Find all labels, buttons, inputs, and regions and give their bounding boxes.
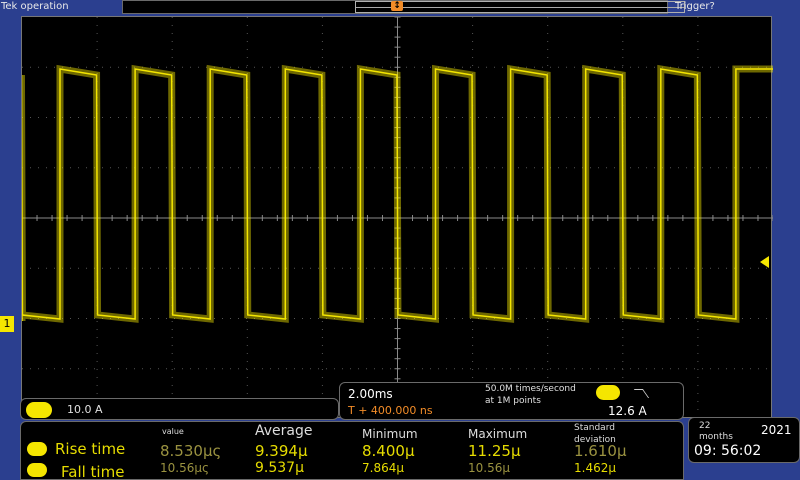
trigger-position-indicator[interactable]: ↕ bbox=[391, 1, 403, 11]
rise-maximum: 11.25μ bbox=[468, 442, 521, 460]
trigger-source-dot bbox=[596, 385, 620, 400]
channel-1-badge[interactable]: 10.0 A bbox=[20, 398, 339, 420]
channel-1-marker[interactable]: 1 bbox=[0, 316, 14, 332]
fall-time-badge bbox=[27, 463, 47, 477]
rise-value: 8.530μς bbox=[160, 442, 222, 460]
header-average: Average bbox=[255, 423, 313, 439]
rise-time-badge bbox=[27, 442, 47, 456]
rise-stdev: 1.610μ bbox=[574, 442, 627, 460]
horizontal-settings-badge[interactable]: 2.00ms T + 400.000 ns 50.0M times/second… bbox=[339, 382, 684, 420]
rise-time-label: Rise time bbox=[55, 440, 126, 458]
fall-value: 10.56μς bbox=[160, 461, 210, 475]
status-label: Tek operation bbox=[1, 1, 69, 12]
fall-minimum: 7.864μ bbox=[362, 461, 404, 475]
trigger-status: Trigger? bbox=[675, 1, 715, 12]
fall-average: 9.537μ bbox=[255, 460, 304, 476]
trigger-level-arrow[interactable] bbox=[760, 256, 769, 268]
channel-1-color-dot bbox=[26, 402, 52, 418]
fall-stdev: 1.462μ bbox=[574, 461, 616, 475]
channel-1-trace bbox=[22, 68, 773, 321]
header-minimum: Minimum bbox=[362, 427, 418, 441]
rise-average: 9.394μ bbox=[255, 442, 308, 460]
header-value: value bbox=[162, 427, 184, 436]
trigger-delay: T + 400.000 ns bbox=[348, 404, 433, 417]
header-maximum: Maximum bbox=[468, 427, 528, 441]
waveform-graticule[interactable] bbox=[21, 16, 773, 419]
date-year: 2021 bbox=[761, 423, 792, 437]
record-view-window[interactable] bbox=[355, 1, 685, 13]
falling-edge-icon bbox=[633, 389, 650, 398]
rise-minimum: 8.400μ bbox=[362, 442, 415, 460]
measurement-panel[interactable]: Rise time Fall time value Average Minimu… bbox=[20, 421, 684, 480]
trigger-level: 12.6 A bbox=[608, 404, 647, 418]
sample-rate: 50.0M times/second at 1M points bbox=[485, 384, 576, 406]
channel-1-scale: 10.0 A bbox=[67, 403, 103, 416]
clock-time: 09: 56:02 bbox=[694, 443, 762, 459]
waveform-plot bbox=[22, 17, 773, 419]
fall-time-label: Fall time bbox=[61, 463, 125, 480]
fall-maximum: 10.56μ bbox=[468, 461, 510, 475]
date-months: 22 months bbox=[699, 421, 733, 442]
time-per-division: 2.00ms bbox=[348, 387, 393, 401]
datetime-badge[interactable]: 22 months 2021 09: 56:02 bbox=[688, 417, 800, 463]
